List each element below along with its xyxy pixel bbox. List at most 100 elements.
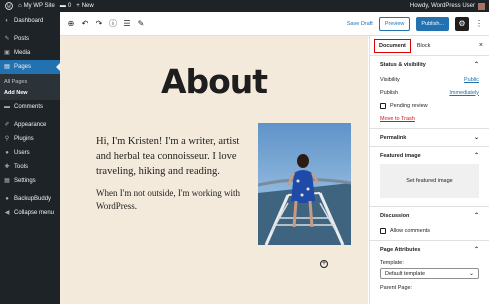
collapse-menu-button[interactable]: ◀ Collapse menu [0,206,60,220]
sidebar-item-pages[interactable]: ▤ Pages [0,60,60,74]
sidebar-item-appearance[interactable]: ✐ Appearance [0,118,60,132]
account-menu[interactable]: Howdy, WordPress User [409,2,485,10]
set-featured-image-button[interactable]: Set featured image [380,164,479,198]
home-icon: ⌂ [18,3,22,9]
sidebar-item-comments[interactable]: ▬ Comments [0,100,60,114]
wrench-icon: ✚ [4,164,10,170]
visibility-link[interactable]: Public [464,77,479,83]
chevron-down-icon: ⌄ [468,271,474,277]
chevron-up-icon: ⌃ [473,213,479,219]
new-label: New [81,3,94,9]
save-draft-button[interactable]: Save Draft [347,21,373,27]
plus-icon: + [76,3,80,9]
featured-image-section: Featured image ⌃ Set featured image [370,147,489,207]
submenu-all-pages[interactable]: All Pages [0,76,60,87]
wordpress-logo-icon[interactable]: W [5,2,13,10]
more-options-icon[interactable]: ⋮ [475,19,483,28]
sidebar-item-label: Posts [14,36,30,42]
sidebar-item-settings[interactable]: ▦ Settings [0,174,60,188]
template-select[interactable]: Default template ⌄ [380,268,479,279]
chevron-down-icon: ⌄ [473,135,479,141]
section-title: Status & visibility [380,61,426,68]
allow-comments-label: Allow comments [390,227,431,234]
allow-comments-row: Allow comments [380,224,479,237]
discussion-header[interactable]: Discussion ⌃ [380,207,479,224]
sidebar-item-label: Appearance [14,122,47,128]
template-label: Template: [380,260,404,266]
paragraph-block[interactable]: Hi, I'm Kristen! I'm a writer, artist an… [96,134,256,179]
permalink-header[interactable]: Permalink ⌄ [380,129,479,146]
settings-tabs: Document Block × [370,36,489,56]
discussion-section: Discussion ⌃ Allow comments [370,207,489,241]
sidebar-item-label: Plugins [14,136,34,142]
comments-link[interactable]: ▬ 0 [60,3,71,9]
undo-icon[interactable]: ↶ [80,19,90,29]
sidebar-item-tools[interactable]: ✚ Tools [0,160,60,174]
page-attributes-header[interactable]: Page Attributes ⌃ [380,241,479,258]
info-icon[interactable]: ⓘ [108,19,118,29]
plugin-icon: ⚲ [4,136,10,142]
page-attributes-section: Page Attributes ⌃ Template: Default temp… [370,241,489,293]
sidebar-item-label: Comments [14,104,44,110]
dashboard-icon: ◐ [5,18,9,24]
section-title: Discussion [380,212,410,219]
brush-icon: ✐ [4,122,10,128]
settings-gear-icon[interactable]: ⚙ [455,16,469,31]
editor-toolbar: ⊕ ↶ ↷ ⓘ ☰ ✎ Save Draft Preview Publish..… [60,12,489,36]
sidebar-item-label: BackupBuddy [14,196,52,202]
pages-submenu: All Pages Add New [0,74,60,100]
visibility-label: Visibility [380,76,400,83]
visibility-row: Visibility Public [380,73,479,86]
redo-icon[interactable]: ↷ [94,19,104,29]
paragraph-block[interactable]: When I'm not outside, I'm working with W… [96,187,256,213]
media-icon: ▣ [4,50,10,56]
pending-review-checkbox[interactable] [380,102,386,109]
allow-comments-checkbox[interactable] [380,227,386,234]
editor-canvas[interactable]: About Hi, I'm Kristen! I'm a writer, art… [60,36,368,304]
publish-label: Publish [380,89,399,96]
backup-icon: ● [5,196,9,202]
sidebar-item-label: Collapse menu [14,210,55,216]
close-icon[interactable]: × [479,42,483,49]
sidebar-item-posts[interactable]: ✎ Posts [0,32,60,46]
chevron-up-icon: ⌃ [473,247,479,253]
preview-button[interactable]: Preview [378,16,411,31]
add-block-icon[interactable]: ⊕ [66,19,76,29]
pending-review-row: Pending review [380,99,479,112]
tools-icon[interactable]: ✎ [136,19,146,29]
template-select-value: Default template [385,270,426,277]
sidebar-item-dashboard[interactable]: ◐ Dashboard [0,14,60,28]
pin-icon: ✎ [4,36,10,42]
status-visibility-header[interactable]: Status & visibility ⌃ [380,56,479,73]
parent-page-label: Parent Page: [380,285,413,291]
comments-count: 0 [67,3,72,9]
tab-document[interactable]: Document [374,38,411,53]
featured-image-header[interactable]: Featured image ⌃ [380,147,479,164]
admin-sidebar: ◐ Dashboard ✎ Posts ▣ Media ▤ Pages All Page… [0,12,60,304]
section-title: Featured image [380,152,421,159]
page-title[interactable]: About [60,62,368,101]
sidebar-item-users[interactable]: ● Users [0,146,60,160]
svg-text:W: W [7,5,12,10]
new-content-link[interactable]: + New [76,3,94,9]
howdy-text: Howdy, WordPress User [409,3,475,9]
publish-date-link[interactable]: Immediately [449,90,479,96]
list-view-icon[interactable]: ☰ [122,19,132,29]
move-to-trash-link[interactable]: Move to Trash [380,112,479,125]
sidebar-item-media[interactable]: ▣ Media [0,46,60,60]
image-block[interactable] [258,123,351,245]
settings-icon: ▦ [4,178,10,184]
add-block-button[interactable]: + [320,260,328,268]
status-visibility-section: Status & visibility ⌃ Visibility Public … [370,56,489,129]
section-title: Page Attributes [380,246,421,253]
pending-review-label: Pending review [390,102,428,109]
chevron-up-icon: ⌃ [473,62,479,68]
avatar [478,2,485,10]
sidebar-item-backupbuddy[interactable]: ● BackupBuddy [0,192,60,206]
publish-button[interactable]: Publish... [416,16,449,31]
sidebar-item-label: Settings [14,178,36,184]
submenu-add-new[interactable]: Add New [0,87,60,98]
site-name-link[interactable]: ⌂ My WP Site [18,3,55,9]
sidebar-item-plugins[interactable]: ⚲ Plugins [0,132,60,146]
tab-block[interactable]: Block [417,43,430,49]
